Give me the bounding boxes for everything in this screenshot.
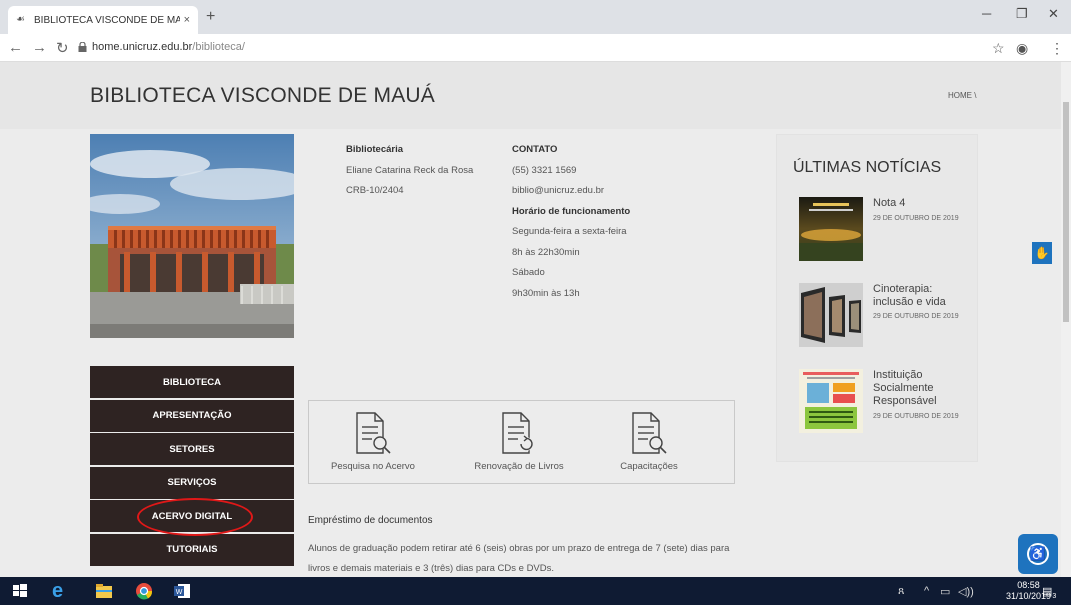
scrollbar-thumb[interactable]: [1063, 102, 1069, 322]
service-renovacao[interactable]: Renovação de Livros: [459, 411, 579, 472]
notifications-icon[interactable]: ▤3: [1042, 585, 1056, 600]
minimize-icon[interactable]: ─: [982, 6, 991, 21]
address-bar: ← → ↻ home.unicruz.edu.br/biblioteca/ ☆ …: [0, 34, 1071, 62]
news-thumbnail: [799, 369, 863, 433]
saturday-hours: 9h30min às 13h: [512, 287, 580, 299]
hours-heading: Horário de funcionamento: [512, 205, 631, 217]
svg-text:W: W: [176, 589, 183, 596]
restore-icon[interactable]: ❐: [1016, 6, 1028, 22]
news-thumbnail: [799, 283, 863, 347]
lock-icon: [78, 42, 87, 52]
windows-start-icon[interactable]: [10, 581, 30, 601]
accessibility-button[interactable]: ♿: [1018, 534, 1058, 574]
document-search-icon: [356, 412, 391, 454]
close-window-icon[interactable]: ✕: [1048, 6, 1059, 22]
news-headline[interactable]: Nota 4: [873, 197, 963, 210]
weekdays-label: Segunda-feira a sexta-feira: [512, 226, 627, 237]
news-sidebar: ÚLTIMAS NOTÍCIAS Nota 4 29 DE OUTUBRO DE…: [776, 134, 978, 462]
url-field[interactable]: home.unicruz.edu.br/biblioteca/: [92, 41, 245, 53]
library-building-photo: [90, 134, 294, 338]
page-viewport: BIBLIOTECA VISCONDE DE MAUÁ HOME \ Bibli…: [0, 62, 1061, 577]
saturday-label: Sábado: [512, 267, 545, 278]
file-explorer-icon[interactable]: [94, 581, 114, 601]
profile-icon[interactable]: ◉: [1016, 40, 1028, 57]
internet-explorer-icon[interactable]: e: [52, 581, 72, 601]
librarian-info: Bibliotecária Eliane Catarina Reck da Ro…: [346, 140, 506, 202]
news-date: 29 DE OUTUBRO DE 2019: [873, 413, 959, 420]
sign-language-icon[interactable]: ✋: [1032, 242, 1052, 264]
news-headline[interactable]: Cinoterapia: inclusão e vida: [873, 283, 963, 309]
new-tab-button[interactable]: +: [206, 8, 215, 26]
menu-item-tutoriais[interactable]: TUTORIAIS: [90, 533, 294, 566]
menu-item-servicos[interactable]: SERVIÇOS: [90, 466, 294, 499]
contact-email[interactable]: biblio@unicruz.edu.br: [512, 181, 702, 202]
accessibility-icon: ♿: [1027, 543, 1049, 565]
page-scrollbar[interactable]: [1061, 62, 1071, 577]
news-date: 29 DE OUTUBRO DE 2019: [873, 215, 959, 222]
tab-title: BIBLIOTECA VISCONDE DE MAUÁ: [34, 14, 180, 26]
news-date: 29 DE OUTUBRO DE 2019: [873, 313, 959, 320]
windows-taskbar: e W ጸ ^ ▭ ◁)) 08:58 31/10/2019 ▤3: [0, 577, 1071, 605]
browser-tab-strip: ☙ BIBLIOTECA VISCONDE DE MAUÁ × + ─ ❐ ✕: [0, 0, 1071, 34]
url-host: home.unicruz.edu.br: [92, 41, 193, 53]
service-pesquisa-label: Pesquisa no Acervo: [331, 461, 415, 472]
news-headline[interactable]: Instituição Socialmente Responsável: [873, 369, 963, 408]
service-capacitacoes[interactable]: Capacitações: [589, 411, 709, 472]
contact-info: CONTATO (55) 3321 1569 biblio@unicruz.ed…: [512, 140, 702, 304]
people-icon[interactable]: ጸ: [898, 585, 904, 598]
librarian-name: Eliane Catarina Reck da Rosa: [346, 164, 474, 176]
bookmark-star-icon[interactable]: ☆: [992, 40, 1005, 57]
librarian-crb: CRB-10/2404: [346, 185, 404, 196]
services-box: Pesquisa no Acervo Renovação de Livros C…: [308, 400, 735, 484]
back-icon[interactable]: ←: [8, 39, 23, 56]
librarian-heading: Bibliotecária: [346, 144, 404, 155]
contact-heading: CONTATO: [512, 144, 558, 155]
loan-text: Alunos de graduação podem retirar até 6 …: [308, 543, 730, 574]
service-capacitacoes-label: Capacitações: [620, 461, 678, 472]
document-renew-icon: [502, 412, 533, 454]
notification-count: 3: [1052, 593, 1057, 601]
menu-item-apresentacao[interactable]: APRESENTAÇÃO: [90, 399, 294, 432]
loan-title: Empréstimo de documentos: [308, 515, 433, 526]
menu-item-biblioteca[interactable]: BIBLIOTECA: [90, 366, 294, 398]
reload-icon[interactable]: ↻: [56, 39, 69, 57]
page-title: BIBLIOTECA VISCONDE DE MAUÁ: [90, 84, 435, 107]
menu-item-setores[interactable]: SETORES: [90, 433, 294, 465]
contact-phone: (55) 3321 1569: [512, 164, 577, 176]
document-search-icon: [632, 412, 667, 454]
library-menu: BIBLIOTECA APRESENTAÇÃO SETORES SERVIÇOS…: [90, 366, 294, 567]
favicon-icon: ☙: [16, 14, 25, 25]
service-renovacao-label: Renovação de Livros: [474, 461, 564, 472]
close-tab-icon[interactable]: ×: [184, 14, 190, 26]
page-header: BIBLIOTECA VISCONDE DE MAUÁ HOME \: [0, 62, 1061, 129]
highlight-circle: [137, 498, 253, 536]
volume-icon[interactable]: ◁)): [958, 585, 974, 598]
service-pesquisa[interactable]: Pesquisa no Acervo: [313, 411, 433, 472]
word-icon[interactable]: W: [172, 581, 192, 601]
forward-icon[interactable]: →: [32, 39, 47, 56]
browser-menu-icon[interactable]: ⋮: [1050, 40, 1064, 57]
network-icon[interactable]: ▭: [940, 585, 950, 598]
news-thumbnail: [799, 197, 863, 261]
browser-tab[interactable]: ☙ BIBLIOTECA VISCONDE DE MAUÁ ×: [8, 6, 198, 34]
url-path: /biblioteca/: [192, 41, 245, 53]
breadcrumb[interactable]: HOME \: [948, 91, 976, 100]
news-title: ÚLTIMAS NOTÍCIAS: [793, 159, 942, 176]
weekday-hours: 8h às 22h30min: [512, 246, 580, 258]
chrome-icon[interactable]: [134, 581, 154, 601]
show-hidden-icons[interactable]: ^: [924, 585, 929, 597]
